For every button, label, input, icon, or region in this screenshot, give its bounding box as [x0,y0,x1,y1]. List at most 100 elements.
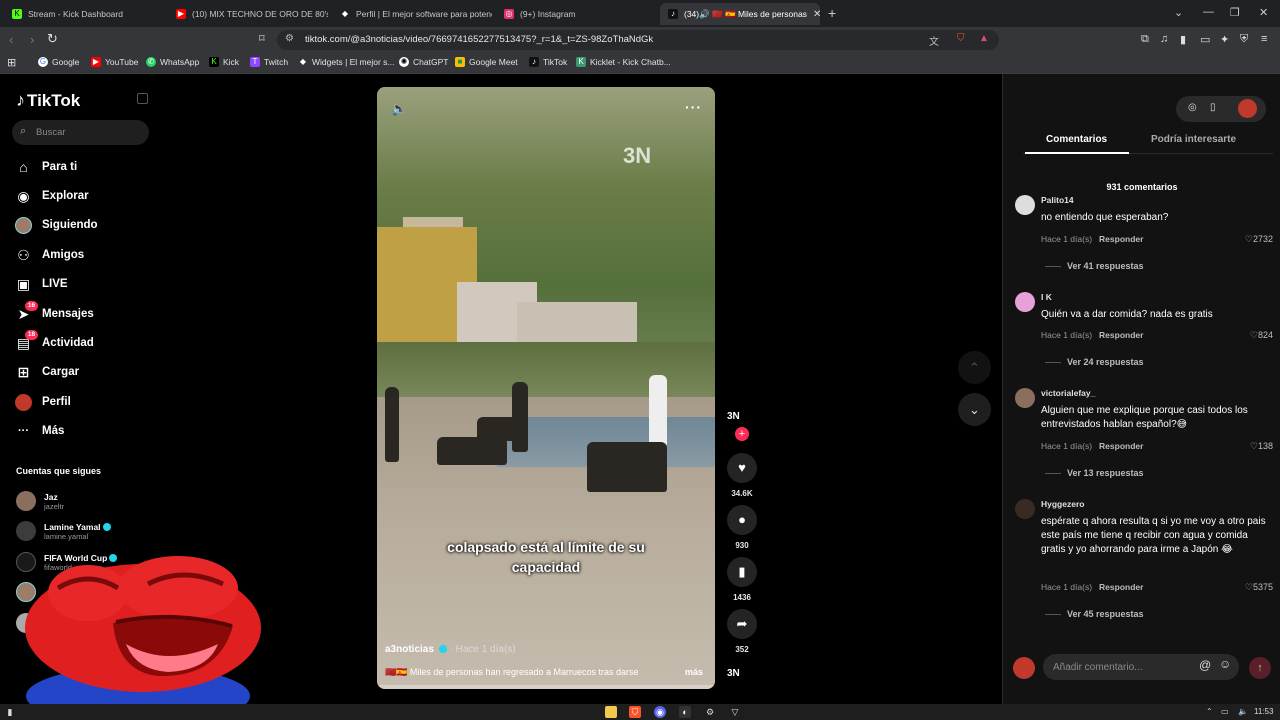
sidebar-item-actividad[interactable]: ▤ 18 Actividad [15,329,155,355]
next-video-button[interactable]: ⌄ [958,393,991,426]
volume-icon[interactable]: 🔈 [391,101,407,117]
sidebar-item-perfil[interactable]: Perfil [15,390,155,414]
bookmark-youtube[interactable]: ▶ YouTube [91,57,138,67]
brave-shield-icon[interactable]: ⛉ [957,33,965,44]
author-name[interactable]: a3noticias [385,644,434,655]
reply-button[interactable]: Responder [1099,330,1143,340]
sound-disc[interactable]: 3N [727,668,740,679]
media-icon[interactable]: ♫ [1160,33,1168,45]
avatar[interactable] [1015,388,1035,408]
like-button[interactable]: ♥ 34.6K [727,453,757,498]
close-window-icon[interactable]: ✕ [1259,6,1268,19]
compass-icon[interactable]: ◎ [1188,102,1197,113]
sidebar-item-para-ti[interactable]: ⌂ Para ti [15,155,155,179]
video-more-link[interactable]: más [685,667,703,677]
bookmark-icon[interactable]: ⌑ [259,32,265,45]
close-tab-icon[interactable]: ✕ [813,9,820,20]
share-button[interactable]: ➦ 352 [727,609,757,654]
comment-input[interactable] [1053,659,1193,675]
video-progress-bar[interactable] [377,685,715,689]
mention-icon[interactable]: @ [1199,658,1211,672]
avatar[interactable] [1015,292,1035,312]
reply-button[interactable]: Responder [1099,441,1143,451]
file-explorer-icon[interactable] [605,706,617,718]
url-text[interactable]: tiktok.com/@a3noticias/video/76697416522… [305,34,653,45]
reply-button[interactable]: Responder [1099,582,1143,592]
brave-rewards-icon[interactable]: ▲ [979,33,989,44]
sidebar-item-mas[interactable]: ··· Más [15,419,155,443]
forward-icon[interactable]: › [30,32,34,47]
sidebar-icon[interactable]: ▮ [1180,33,1186,46]
view-replies-button[interactable]: Ver 13 respuestas [1045,468,1144,478]
bookmark-chatgpt[interactable]: ✺ ChatGPT [399,57,448,67]
windows-start-icon[interactable]: ▮ [4,706,16,718]
network-icon[interactable]: ▭ [1221,707,1229,716]
avatar[interactable] [1015,499,1035,519]
collapse-sidebar-icon[interactable] [137,93,148,104]
new-tab-icon[interactable]: + [828,5,836,21]
restore-icon[interactable]: ❐ [1230,6,1240,19]
comment-input-box[interactable]: @ ☺ [1043,654,1239,680]
user-avatar[interactable] [1238,99,1257,118]
sidebar-item-explorar[interactable]: ◉ Explorar [15,184,155,208]
emoji-icon[interactable]: ☺ [1219,657,1231,671]
apps-grid-icon[interactable]: ⊞ [7,56,16,69]
video-player[interactable]: 🔈 ··· 3N colapsado está al límite de su … [377,87,715,689]
tray-chevron-icon[interactable]: ⌃ [1206,707,1213,716]
comment-user[interactable]: Palito14 [1041,195,1074,205]
device-icon[interactable]: ▯ [1210,102,1216,113]
video-author[interactable]: a3noticias · Hace 1 día(s) [385,644,516,655]
reload-icon[interactable]: ↻ [47,31,58,47]
discord-icon[interactable]: ◉ [654,706,666,718]
extensions-icon[interactable]: ⧉ [1141,33,1149,46]
reply-button[interactable]: Responder [1099,234,1143,244]
brave-icon[interactable]: ⛉ [629,706,641,718]
following-item[interactable]: Jaz jazeltr [16,491,64,511]
send-comment-button[interactable]: ↑ [1249,657,1271,679]
bookmark-kick[interactable]: K Kick [209,57,239,67]
bookmark-twitch[interactable]: T Twitch [250,57,288,67]
follow-plus-icon[interactable]: + [735,427,749,441]
browser-tab[interactable]: ▶ (10) MIX TECHNO DE ORO DE 80's & [168,3,328,25]
obs-icon[interactable]: ◐ [679,706,691,718]
browser-tab-active[interactable]: ♪ (34)🔊 🇲🇦 🇪🇸 Miles de personas ✕ [660,3,820,25]
channel-avatar[interactable]: 3N [727,411,740,422]
view-replies-button[interactable]: Ver 45 respuestas [1045,609,1144,619]
vpn-icon[interactable]: ⛨ [1240,33,1248,46]
sidebar-item-cargar[interactable]: ⊞ Cargar [15,360,155,384]
leo-icon[interactable]: ✦ [1220,33,1229,46]
back-icon[interactable]: ‹ [9,32,13,47]
sidebar-item-amigos[interactable]: ⚇ Amigos [15,243,155,267]
more-options-icon[interactable]: ··· [685,99,702,115]
volume-tray-icon[interactable]: 🔈 [1238,707,1248,716]
browser-tab[interactable]: K Stream - Kick Dashboard [4,3,164,25]
save-button[interactable]: ▮ 1436 [727,557,757,602]
site-settings-icon[interactable]: ⚙ [285,33,294,44]
sidebar-item-siguiendo[interactable]: Siguiendo [15,213,155,237]
view-replies-button[interactable]: Ver 41 respuestas [1045,261,1144,271]
avatar[interactable] [1015,195,1035,215]
app-icon[interactable]: ▽ [729,706,741,718]
comment-user[interactable]: victorialefay_ [1041,388,1095,398]
translate-icon[interactable]: 文 [929,33,939,48]
following-item[interactable]: Lamine Yamal lamine.yamal [16,521,111,541]
tab-list-icon[interactable]: ⌄ [1174,6,1183,19]
address-bar[interactable]: ⚙ tiktok.com/@a3noticias/video/766974165… [277,30,999,50]
bookmark-tiktok[interactable]: ♪ TikTok [529,57,567,67]
comment-button[interactable]: ● 930 [727,505,757,550]
bookmark-google-meet[interactable]: ■ Google Meet [455,57,518,67]
browser-tab[interactable]: ◎ (9+) Instagram [496,3,656,25]
bookmark-kicklet[interactable]: K Kicklet - Kick Chatb... [576,57,671,67]
tab-podria-interesarte[interactable]: Podría interesarte [1151,134,1236,145]
browser-tab[interactable]: ◆ Perfil | El mejor software para potenc [332,3,492,25]
comment-like[interactable]: ♡2732 [1245,234,1273,245]
comment-like[interactable]: ♡138 [1250,441,1273,452]
sidebar-item-mensajes[interactable]: ➤ 16 Mensajes [15,300,155,326]
menu-icon[interactable]: ≡ [1261,33,1267,45]
bookmark-google[interactable]: G Google [38,57,79,67]
minimize-icon[interactable]: — [1203,6,1214,18]
comment-like[interactable]: ♡824 [1250,330,1273,341]
comment-user[interactable]: Hyggezero [1041,499,1084,509]
search-box[interactable]: ⌕ [12,120,149,145]
steam-icon[interactable]: ⚙ [704,706,716,718]
